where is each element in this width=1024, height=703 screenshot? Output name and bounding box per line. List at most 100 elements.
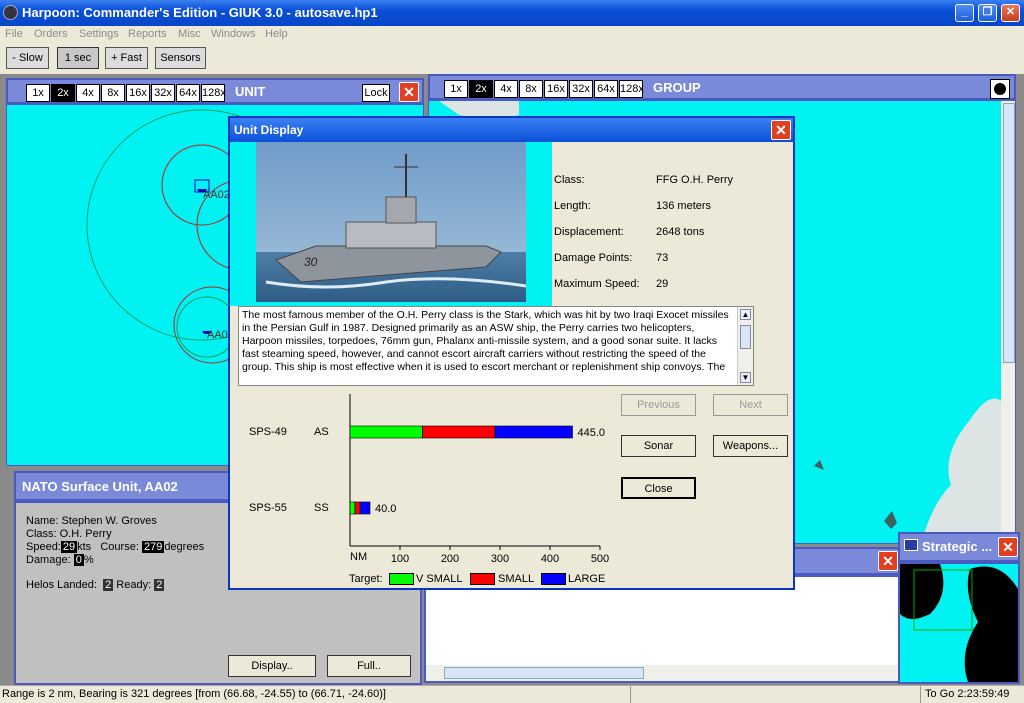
menu-windows[interactable]: Windows: [211, 28, 256, 40]
scroll-thumb[interactable]: [444, 667, 644, 679]
legend-vsmall-label: V SMALL: [416, 573, 463, 585]
strategic-map[interactable]: [898, 562, 1020, 684]
island: [884, 511, 897, 529]
group-zoom-32x[interactable]: 32x: [569, 80, 593, 98]
legend-small-label: SMALL: [498, 573, 535, 585]
next-button[interactable]: Next: [713, 394, 788, 416]
unit-display-close-icon[interactable]: ✕: [771, 120, 791, 140]
group-zoom-1x[interactable]: 1x: [444, 80, 468, 98]
description-box[interactable]: The most famous member of the O.H. Perry…: [238, 306, 754, 386]
x-tick-label: 400: [541, 553, 559, 565]
island: [814, 460, 824, 470]
close-button[interactable]: Close: [621, 477, 696, 499]
menu-help[interactable]: Help: [265, 28, 288, 40]
bar-value-label: 445.0: [578, 427, 606, 439]
status-bar: Range is 2 nm, Bearing is 321 degrees [f…: [0, 685, 1024, 703]
group-zoom-8x[interactable]: 8x: [519, 80, 543, 98]
damage-value: 0: [73, 554, 84, 566]
class-value: FFG O.H. Perry: [656, 174, 733, 186]
axis-unit: NM: [350, 551, 368, 563]
unit-panel-close-button[interactable]: ✕: [399, 82, 419, 102]
message-panel-close-button[interactable]: ✕: [878, 551, 898, 571]
max-speed-label: Maximum Speed:: [554, 278, 640, 290]
group-zoom-2x[interactable]: 2x: [469, 80, 493, 98]
lock-button[interactable]: Lock: [362, 84, 390, 102]
slow-button[interactable]: - Slow: [6, 47, 49, 69]
unit-zoom-16x[interactable]: 16x: [126, 84, 150, 102]
bar-vsmall: [349, 501, 356, 515]
sensor-type: AS: [314, 426, 329, 438]
unit-display-title: Unit Display: [234, 123, 304, 137]
sensor-range-chart: 100 200 300 400 500 445.0 40.0: [349, 394, 609, 565]
scroll-down-icon[interactable]: ▼: [740, 372, 751, 383]
strategic-icon: [904, 539, 918, 551]
length-label: Length:: [554, 200, 591, 212]
close-window-button[interactable]: ✕: [1001, 4, 1020, 22]
group-zoom-64x[interactable]: 64x: [594, 80, 618, 98]
speed-value[interactable]: 29: [60, 541, 78, 553]
previous-button[interactable]: Previous: [621, 394, 696, 416]
unit-zoom-4x[interactable]: 4x: [76, 84, 100, 102]
group-zoom-4x[interactable]: 4x: [494, 80, 518, 98]
menu-settings[interactable]: Settings: [79, 28, 119, 40]
unit-speed-course: Speed: 29 kts Course: 279 degrees: [26, 541, 205, 553]
sensor-name: SPS-49: [249, 426, 287, 438]
group-map-scrollbar[interactable]: [1001, 101, 1015, 543]
unit-class: Class: O.H. Perry: [26, 528, 112, 540]
unit-panel-title: UNIT: [235, 84, 266, 99]
toolbar: - Slow 1 sec + Fast Sensors: [0, 44, 1024, 74]
unit-zoom-64x[interactable]: 64x: [176, 84, 200, 102]
status-time-to-go: To Go 2:23:59:49: [925, 688, 1010, 700]
description-text: The most famous member of the O.H. Perry…: [242, 309, 729, 373]
unit-commander: Name: Stephen W. Groves: [26, 515, 157, 527]
time-step-button[interactable]: 1 sec: [57, 47, 99, 69]
description-scrollbar[interactable]: ▲ ▼: [737, 307, 753, 385]
sonar-button[interactable]: Sonar: [621, 435, 696, 457]
strategic-panel-header: Strategic ... ✕: [898, 532, 1020, 562]
unit-zoom-8x[interactable]: 8x: [101, 84, 125, 102]
menu-file[interactable]: File: [5, 28, 23, 40]
menu-orders[interactable]: Orders: [34, 28, 68, 40]
menu-reports[interactable]: Reports: [128, 28, 167, 40]
ship-photo: 30: [256, 142, 526, 302]
sensors-button[interactable]: Sensors: [155, 47, 206, 69]
bar-large: [494, 425, 573, 439]
ship-superstructure: [345, 221, 437, 249]
bar-value-label: 40.0: [375, 503, 396, 515]
app-icon: [3, 5, 18, 20]
legend-large-label: LARGE: [568, 573, 606, 585]
scroll-up-icon[interactable]: ▲: [740, 309, 751, 320]
minimize-button[interactable]: _: [955, 4, 974, 22]
damage-points-label: Damage Points:: [554, 252, 633, 264]
weapons-button[interactable]: Weapons...: [713, 435, 788, 457]
unit-zoom-128x[interactable]: 128x: [201, 84, 226, 102]
sensor-type: SS: [314, 502, 329, 514]
record-icon: [994, 83, 1006, 95]
strategic-panel-close-button[interactable]: ✕: [998, 537, 1018, 557]
landmass: [921, 398, 1001, 543]
display-button[interactable]: Display..: [228, 655, 316, 677]
unit-damage: Damage: 0%: [26, 554, 94, 566]
class-label: Class:: [554, 174, 585, 186]
unit-zoom-1x[interactable]: 1x: [26, 84, 50, 102]
sensor-name: SPS-55: [249, 502, 287, 514]
full-button[interactable]: Full..: [327, 655, 411, 677]
group-zoom-16x[interactable]: 16x: [544, 80, 568, 98]
record-button[interactable]: [990, 79, 1010, 99]
unit-zoom-32x[interactable]: 32x: [151, 84, 175, 102]
scroll-thumb[interactable]: [740, 325, 751, 349]
displacement-label: Displacement:: [554, 226, 624, 238]
message-hscroll[interactable]: [426, 665, 900, 681]
legend-small-swatch: [470, 573, 495, 585]
unit-zoom-2x[interactable]: 2x: [51, 84, 75, 102]
restore-button[interactable]: ❐: [978, 4, 997, 22]
menu-misc[interactable]: Misc: [178, 28, 201, 40]
group-zoom-128x[interactable]: 128x: [619, 80, 644, 98]
fast-button[interactable]: + Fast: [105, 47, 148, 69]
landmass: [964, 566, 1018, 682]
status-range-bearing: Range is 2 nm, Bearing is 321 degrees [f…: [2, 688, 386, 700]
scroll-thumb[interactable]: [1003, 103, 1015, 363]
bar-large: [359, 501, 371, 515]
helos-ready-value: 2: [154, 579, 165, 591]
course-value[interactable]: 279: [141, 541, 165, 553]
